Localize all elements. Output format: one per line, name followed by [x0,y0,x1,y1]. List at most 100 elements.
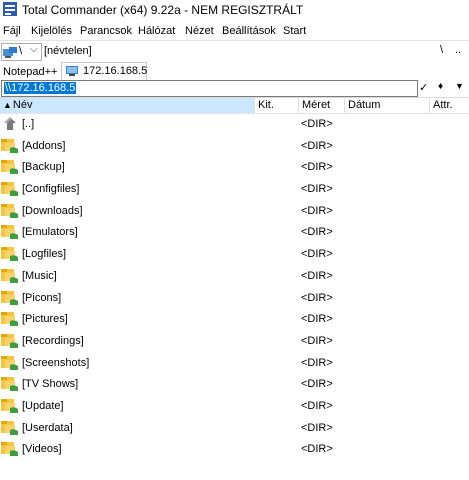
tab-network-share[interactable]: 172.16.168.5 [61,62,147,80]
file-name: [Addons] [22,139,66,152]
file-size: <DIR> [301,443,333,456]
list-item[interactable]: [Backup] <DIR> [0,156,469,178]
menu-select[interactable]: Kijelölés [31,25,72,37]
tab-label: 172.16.168.5 [83,65,148,77]
file-name: [Userdata] [22,421,73,434]
drive-selector[interactable]: \ ⌵ [1,43,42,61]
shared-folder-icon [1,377,18,392]
window-title: Total Commander (x64) 9.22a - NEM REGISZ… [22,3,304,17]
list-item-parent[interactable]: [..] <DIR> [0,113,469,135]
file-size: <DIR> [301,334,333,347]
dropdown-arrow-icon[interactable]: ▼ [455,81,464,91]
check-icon[interactable]: ✓ [419,81,428,94]
shared-folder-icon [1,247,18,262]
shared-folder-icon [1,398,18,413]
column-ext[interactable]: Kit. [255,98,299,113]
list-item[interactable]: [Emulators] <DIR> [0,221,469,243]
shared-folder-icon [1,225,18,240]
list-item[interactable]: [Logfiles] <DIR> [0,243,469,265]
volume-label: [névtelen] [44,45,92,57]
column-name-label: Név [12,99,33,111]
file-size: <DIR> [301,291,333,304]
title-bar: Total Commander (x64) 9.22a - NEM REGISZ… [0,0,469,20]
menu-settings[interactable]: Beállítások [222,25,276,37]
file-name: [Configfiles] [22,183,80,196]
list-item[interactable]: [Picons] <DIR> [0,287,469,309]
menu-file[interactable]: Fájl [3,25,21,37]
menu-network[interactable]: Hálózat [138,25,175,37]
path-input[interactable]: \\172.16.168.5 [1,80,418,97]
shared-folder-icon [1,182,18,197]
file-name: [Videos] [22,443,62,456]
shared-folder-icon [1,290,18,305]
up-folder-icon [4,117,16,130]
file-size: <DIR> [301,161,333,174]
file-size: <DIR> [301,356,333,369]
list-item[interactable]: [Userdata] <DIR> [0,417,469,439]
file-size: <DIR> [301,269,333,282]
list-item[interactable]: [Recordings] <DIR> [0,330,469,352]
menu-start[interactable]: Start [283,25,306,37]
shared-folder-icon [1,442,18,457]
drive-bar: \ ⌵ [névtelen] \ .. [0,40,469,62]
file-name: [..] [22,118,35,130]
shared-folder-icon [1,268,18,283]
menu-view[interactable]: Nézet [185,25,214,37]
file-size: <DIR> [301,139,333,152]
file-size: <DIR> [301,248,333,261]
sort-up-arrow-icon: ▲ [3,100,12,110]
column-size[interactable]: Méret [299,98,345,113]
file-name: [Recordings] [22,334,84,347]
file-name: [Logfiles] [22,248,67,261]
file-name: [Picons] [22,291,62,304]
file-size: <DIR> [301,378,333,391]
file-size: <DIR> [301,313,333,326]
network-drive-icon [3,47,17,58]
history-icon[interactable]: ♦ [438,81,443,92]
chevron-down-icon: ⌵ [30,44,38,55]
file-size: <DIR> [301,399,333,412]
menu-commands[interactable]: Parancsok [80,25,132,37]
parent-dir-button[interactable]: .. [455,44,461,56]
file-name: [Emulators] [22,226,78,239]
file-name: [Backup] [22,161,65,174]
list-item[interactable]: [Videos] <DIR> [0,438,469,460]
file-name: [Pictures] [22,313,68,326]
column-name[interactable]: ▲Név [0,98,255,113]
path-text: \\172.16.168.5 [4,82,77,94]
network-share-icon [66,66,78,76]
shared-folder-icon [1,420,18,435]
shared-folder-icon [1,355,18,370]
shared-folder-icon [1,138,18,153]
file-size: <DIR> [301,204,333,217]
shared-folder-icon [1,312,18,327]
list-item[interactable]: [Update] <DIR> [0,395,469,417]
menu-bar: Fájl Kijelölés Parancsok Hálózat Nézet B… [0,22,469,40]
shared-folder-icon [1,333,18,348]
shared-folder-icon [1,203,18,218]
list-item[interactable]: [TV Shows] <DIR> [0,373,469,395]
file-list: [..] <DIR> [Addons] <DIR> [Backup] <DIR>… [0,113,469,460]
file-name: [Downloads] [22,204,83,217]
tab-bar: Notepad++ 172.16.168.5 [0,61,469,80]
file-size: <DIR> [301,421,333,434]
list-item[interactable]: [Configfiles] <DIR> [0,178,469,200]
file-name: [Update] [22,399,64,412]
list-item[interactable]: [Screenshots] <DIR> [0,352,469,374]
list-item[interactable]: [Downloads] <DIR> [0,200,469,222]
file-name: [TV Shows] [22,378,79,391]
root-dir-button[interactable]: \ [440,44,443,56]
path-bar: \\172.16.168.5 ✓ ♦ ▼ [0,80,469,97]
column-attr[interactable]: Attr. [430,98,469,113]
total-commander-icon [3,2,17,16]
file-size: <DIR> [301,118,333,130]
list-item[interactable]: [Music] <DIR> [0,265,469,287]
shared-folder-icon [1,160,18,175]
list-item[interactable]: [Pictures] <DIR> [0,308,469,330]
drive-letter: \ [19,45,23,57]
file-name: [Music] [22,269,57,282]
column-date[interactable]: Dátum [345,98,430,113]
file-size: <DIR> [301,183,333,196]
column-header: ▲Név Kit. Méret Dátum Attr. [0,97,469,114]
list-item[interactable]: [Addons] <DIR> [0,135,469,157]
